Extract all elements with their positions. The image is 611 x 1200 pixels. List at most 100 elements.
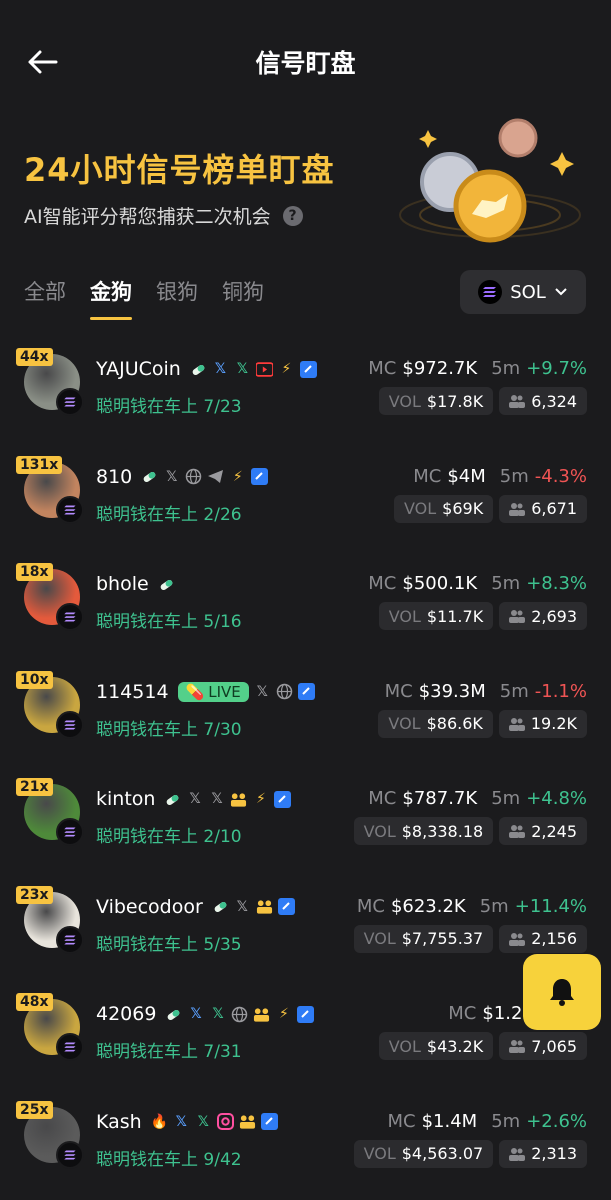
vol-value: $4,563.07 xyxy=(401,1144,484,1163)
holders-pill: 6,324 xyxy=(499,387,587,415)
pill-icon[interactable] xyxy=(164,791,181,808)
token-row[interactable]: 44x YAJUCoin 𝕏 𝕏 ⚡ 聪明钱在车上 7/23 MC $972.7K 5m +9.7… xyxy=(0,340,611,448)
x-blue-icon[interactable]: 𝕏 xyxy=(187,1006,204,1023)
lightning-icon[interactable]: ⚡ xyxy=(229,468,246,485)
lightning-icon[interactable]: ⚡ xyxy=(275,1006,292,1023)
pill-icon[interactable] xyxy=(165,1006,182,1023)
tab-all[interactable]: 全部 xyxy=(24,276,66,320)
vol-label: VOL xyxy=(388,1036,421,1056)
token-name: Vibecodoor xyxy=(96,895,203,918)
telegram-icon[interactable] xyxy=(207,468,224,485)
token-name: bhole xyxy=(96,573,149,595)
token-row[interactable]: 23x Vibecodoor 𝕏 聪明钱在车上 5/35 MC $623.2K 5m +11.… xyxy=(0,878,611,986)
users-icon xyxy=(509,824,526,838)
vol-value: $69K xyxy=(442,499,484,518)
x-blue-icon[interactable]: 𝕏 xyxy=(173,1113,190,1130)
token-name: YAJUCoin xyxy=(96,358,181,380)
mc-value: $972.7K xyxy=(402,358,478,379)
live-badge[interactable]: 💊 LIVE xyxy=(177,681,249,702)
globe-icon[interactable] xyxy=(276,683,293,700)
solana-icon xyxy=(56,925,84,954)
x-gray-icon[interactable]: 𝕏 xyxy=(234,898,251,915)
lightning-icon[interactable]: ⚡ xyxy=(278,361,295,378)
help-icon[interactable]: ? xyxy=(282,205,303,226)
tab-copper-dog[interactable]: 铜狗 xyxy=(222,276,264,320)
pill-icon[interactable] xyxy=(141,468,158,485)
globe-icon[interactable] xyxy=(231,1006,248,1023)
mc-label: MC xyxy=(368,788,397,809)
users-icon[interactable] xyxy=(256,898,273,915)
timeframe-label: 5m xyxy=(499,465,529,487)
token-row[interactable]: 48x42069𝕏𝕏⚡聪明钱在车上 7/31MC$1.2M5mVOL$43.2K… xyxy=(0,985,611,1093)
fire-icon[interactable]: 🔥 xyxy=(151,1113,168,1130)
instagram-icon[interactable] xyxy=(216,1113,234,1130)
x-blue-icon[interactable]: 𝕏 xyxy=(212,361,229,378)
holders-pill: 2,693 xyxy=(499,602,587,630)
users-icon[interactable] xyxy=(253,1006,270,1023)
x-gray-icon[interactable]: 𝕏 xyxy=(163,468,180,485)
token-name: Kash xyxy=(96,1110,142,1133)
pill-icon[interactable] xyxy=(190,361,207,378)
multiplier-badge: 25x xyxy=(16,1100,53,1119)
tab-silver-dog[interactable]: 银狗 xyxy=(156,276,198,320)
x-green-icon[interactable]: 𝕏 xyxy=(209,1006,226,1023)
tab-gold-dog[interactable]: 金狗 xyxy=(90,276,132,320)
chat-icon[interactable] xyxy=(251,468,269,485)
pill-icon[interactable] xyxy=(158,576,175,593)
token-stats: VOL $69K 6,671 xyxy=(393,494,587,523)
x-gray-icon[interactable]: 𝕏 xyxy=(208,791,225,808)
holders-value: 2,313 xyxy=(531,1144,577,1163)
holders-value: 2,156 xyxy=(531,929,577,948)
holders-pill: 19.2K xyxy=(498,709,587,738)
chat-icon[interactable] xyxy=(260,1113,278,1130)
chat-icon[interactable] xyxy=(299,360,317,378)
users-icon xyxy=(509,932,526,946)
users-icon[interactable] xyxy=(230,791,247,808)
vol-value: $8,338.18 xyxy=(401,821,484,841)
market-cap-line: MC $972.7K 5m +9.7% xyxy=(368,358,587,379)
token-row[interactable]: 18x bhole 聪明钱在车上 5/16 MC $500.1K 5m +8.3% VOL $1… xyxy=(0,555,611,663)
token-row[interactable]: 21x kinton 𝕏 𝕏 ⚡ 聪明钱在车上 2/10 MC $787.7K 5m +4.8% V… xyxy=(0,770,611,878)
token-name: 114514 xyxy=(96,680,169,703)
x-gray-icon[interactable]: 𝕏 xyxy=(186,791,203,808)
market-cap-line: MC $623.2K 5m +11.4% xyxy=(357,896,587,917)
chat-icon[interactable] xyxy=(274,790,292,808)
holders-pill: 2,313 xyxy=(499,1139,587,1168)
chat-icon[interactable] xyxy=(297,1005,315,1023)
price-change: +8.3% xyxy=(526,573,587,594)
multiplier-badge: 21x xyxy=(16,778,53,796)
holders-value: 2,245 xyxy=(531,821,577,841)
users-icon[interactable] xyxy=(239,1113,256,1130)
users-icon xyxy=(509,1147,526,1161)
x-green-icon[interactable]: 𝕏 xyxy=(234,361,251,378)
top-bar: 信号盯盘 xyxy=(0,0,611,125)
chat-icon[interactable] xyxy=(297,683,315,700)
smart-money-text: 聪明钱在车上 5/16 xyxy=(96,612,242,632)
token-stats: VOL $7,755.37 2,156 xyxy=(353,924,587,953)
holders-pill: 6,671 xyxy=(499,494,587,523)
pill-icon[interactable] xyxy=(212,898,229,915)
solana-icon xyxy=(56,1033,84,1061)
chain-selector[interactable]: SOL xyxy=(460,270,586,314)
bell-icon xyxy=(550,979,574,1006)
smart-money-text: 聪明钱在车上 7/31 xyxy=(96,1042,242,1062)
vol-value: $17.8K xyxy=(426,391,484,411)
token-row[interactable]: 10x 114514 💊 LIVE 𝕏 聪明钱在车上 7/30 MC $39.3M 5m -1.1… xyxy=(0,663,611,771)
token-row[interactable]: 25x Kash 🔥 𝕏 𝕏 聪明钱在车上 9/42 MC $1.4M 5m +2.6% VOL $4… xyxy=(0,1093,611,1200)
holders-value: 2,693 xyxy=(531,606,577,626)
vol-label: VOL xyxy=(388,606,421,626)
chat-icon[interactable] xyxy=(277,898,295,915)
x-gray-icon[interactable]: 𝕏 xyxy=(254,683,271,700)
x-green-icon[interactable]: 𝕏 xyxy=(195,1113,212,1130)
token-name-line: Kash 🔥 𝕏 𝕏 xyxy=(96,1111,278,1133)
solana-icon xyxy=(56,495,84,524)
live-label: LIVE xyxy=(208,682,241,701)
youtube-icon[interactable] xyxy=(255,361,273,378)
globe-icon[interactable] xyxy=(185,468,202,485)
smart-money-text: 聪明钱在车上 5/35 xyxy=(96,934,242,955)
hero-subtitle: AI智能评分帮您捕获二次机会 ? xyxy=(24,202,303,229)
lightning-icon[interactable]: ⚡ xyxy=(252,791,269,808)
token-row[interactable]: 131x 810 𝕏 ⚡ 聪明钱在车上 2/26 MC $4M 5m -4.3% VOL $69K 6… xyxy=(0,448,611,556)
alert-fab[interactable] xyxy=(523,954,601,1030)
multiplier-badge: 48x xyxy=(16,993,53,1011)
